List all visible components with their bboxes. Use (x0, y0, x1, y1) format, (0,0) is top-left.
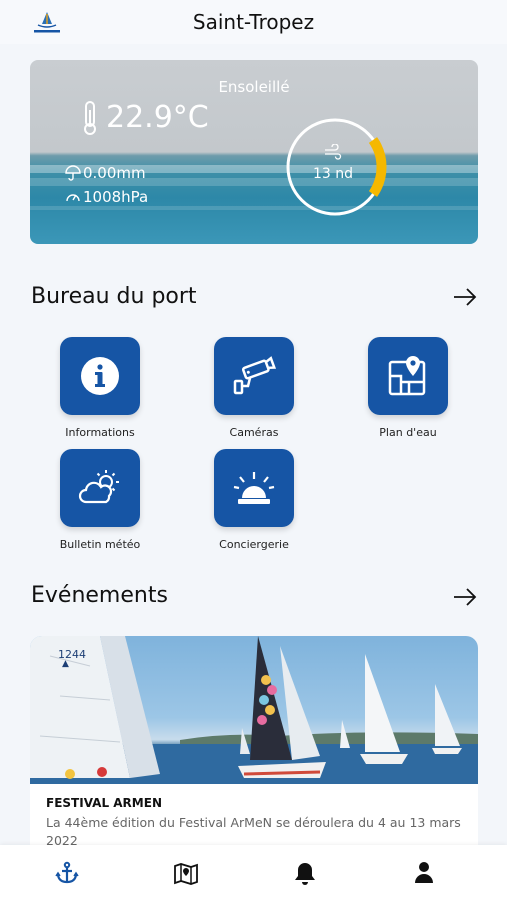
bell-icon (295, 863, 315, 885)
events-title: Evénements (31, 583, 168, 608)
wind-icon (325, 144, 342, 160)
tile-label: Plan d'eau (379, 426, 437, 439)
tile-informations[interactable]: Informations (40, 337, 160, 439)
tile-label: Informations (65, 426, 135, 439)
app-header: Saint-Tropez (0, 0, 507, 44)
thermometer-icon (84, 101, 96, 135)
bottom-navigation (0, 845, 507, 900)
page-title: Saint-Tropez (192, 10, 315, 34)
pressure-row: 1008hPa (65, 188, 148, 206)
tile-conciergerie[interactable]: Conciergerie (194, 449, 314, 551)
weather-icon (78, 470, 119, 504)
siren-icon (233, 472, 275, 504)
temperature-value: 22.9°C (106, 100, 209, 135)
wind-speed: 13 nd (312, 166, 354, 182)
map-icon (174, 863, 198, 885)
svg-text:▲: ▲ (62, 659, 69, 669)
anchor-icon (55, 861, 79, 884)
event-image: 1244 ▲ (30, 636, 478, 784)
pressure-value: 1008hPa (83, 188, 149, 206)
tile-bulletin-meteo[interactable]: Bulletin météo (40, 449, 160, 551)
user-icon (415, 862, 433, 883)
tile-label: Bulletin météo (59, 538, 141, 551)
harbor-office-title: Bureau du port (31, 284, 197, 309)
event-title: FESTIVAL ARMEN (46, 796, 162, 810)
gauge-icon (66, 194, 80, 202)
nav-item-map[interactable] (173, 860, 199, 886)
arrow-right-icon[interactable] (453, 287, 477, 307)
umbrella-icon (65, 165, 81, 181)
tile-label: Caméras (229, 426, 279, 439)
nav-item-notifications[interactable] (292, 860, 318, 886)
rain-row: 0.00mm (65, 164, 146, 182)
info-icon (81, 357, 119, 395)
weather-card[interactable]: Ensoleillé 22.9°C 0.00mm 1008hPa 13 nd (30, 60, 478, 244)
tile-plan-d-eau[interactable]: Plan d'eau (348, 337, 468, 439)
tile-label: Conciergerie (219, 538, 289, 551)
tile-cameras[interactable]: Caméras (194, 337, 314, 439)
weather-condition: Ensoleillé (218, 78, 290, 96)
nav-item-profile[interactable] (411, 860, 437, 886)
arrow-right-icon[interactable] (453, 587, 477, 607)
map-pin-icon (388, 356, 426, 396)
camera-icon (233, 356, 276, 395)
event-card[interactable]: 1244 ▲ FESTIVAL ARMEN La 44ème édition d… (30, 636, 478, 866)
rain-value: 0.00mm (83, 164, 146, 182)
nav-item-harbor[interactable] (54, 860, 80, 886)
